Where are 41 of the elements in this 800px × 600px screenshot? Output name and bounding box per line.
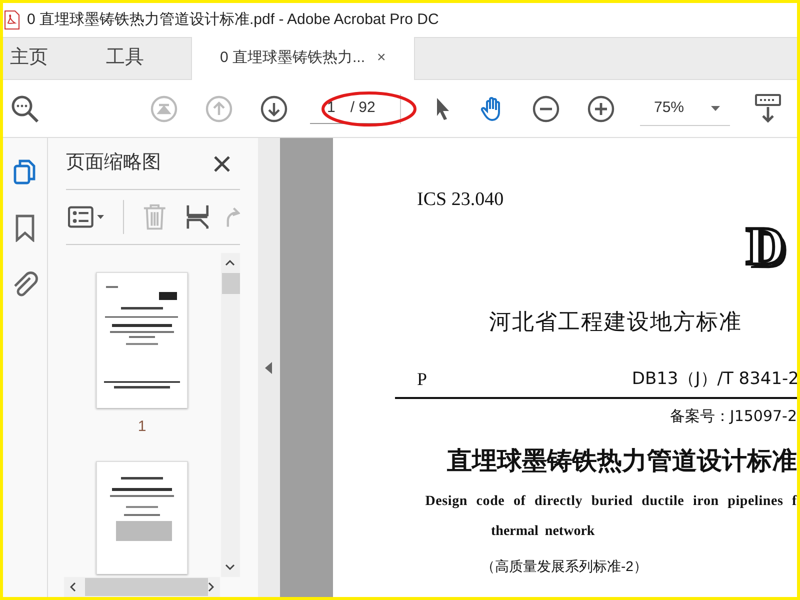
window-title: 0 直埋球墨铸铁热力管道设计标准.pdf - Adobe Acrobat Pro DC <box>27 10 439 30</box>
vertical-scrollbar[interactable] <box>221 253 240 577</box>
page-thumbnail-drawing[interactable] <box>96 272 188 408</box>
horizontal-scrollbar[interactable] <box>64 577 220 597</box>
paperclip-icon[interactable] <box>12 270 38 298</box>
page-thumbnail-drawing[interactable] <box>96 460 188 574</box>
panel-title: 页面缩略图 <box>66 151 161 176</box>
standard-code: DB13（J）/T 8341-2 <box>632 368 797 391</box>
scrollbar-thumb[interactable] <box>85 578 208 596</box>
zoom-value: 75% <box>654 98 684 118</box>
search-icon[interactable] <box>10 94 40 124</box>
category-letter: P <box>417 368 428 390</box>
zoom-in-icon[interactable] <box>587 94 615 122</box>
collapse-arrow-icon <box>265 362 273 374</box>
keyboard-download-icon[interactable] <box>755 94 781 124</box>
authority-heading: 河北省工程建设地方标准 <box>489 308 742 336</box>
page-total: / 92 <box>350 98 376 118</box>
page-number: 1 <box>327 98 336 118</box>
page-label: 1 <box>138 417 146 437</box>
english-title: Design code of directly buried ductile iron pipelines f <box>425 492 797 510</box>
chevron-up-icon[interactable] <box>225 260 235 266</box>
caret-icon <box>711 106 720 110</box>
document-title: 直埋球墨铸铁热力管道设计标准 <box>447 446 797 477</box>
chevron-left-icon[interactable] <box>70 582 76 592</box>
english-title: thermal network <box>491 522 595 540</box>
series-note: （高质量发展系列标准-2） <box>481 556 648 576</box>
list-options-icon[interactable] <box>68 205 105 229</box>
chevron-right-icon[interactable] <box>208 582 214 592</box>
split-page-icon[interactable] <box>185 203 210 231</box>
pages-icon[interactable] <box>12 158 38 186</box>
ics-code: ICS 23.040 <box>417 188 504 212</box>
close-icon[interactable] <box>214 156 230 172</box>
tab[interactable]: 0 直埋球墨铸铁热力... × <box>191 37 415 80</box>
zoom-field[interactable]: 75% <box>640 92 730 126</box>
record-number: 备案号：J15097-2 <box>670 406 797 426</box>
zoom-out-icon[interactable] <box>532 94 560 122</box>
scrollbar-thumb[interactable] <box>222 273 240 294</box>
db-logo: D <box>746 216 788 278</box>
page-number-field[interactable]: 1 / 92 <box>310 94 388 124</box>
close-tab-button[interactable]: × <box>377 47 386 70</box>
chevron-down-icon[interactable] <box>225 564 235 570</box>
